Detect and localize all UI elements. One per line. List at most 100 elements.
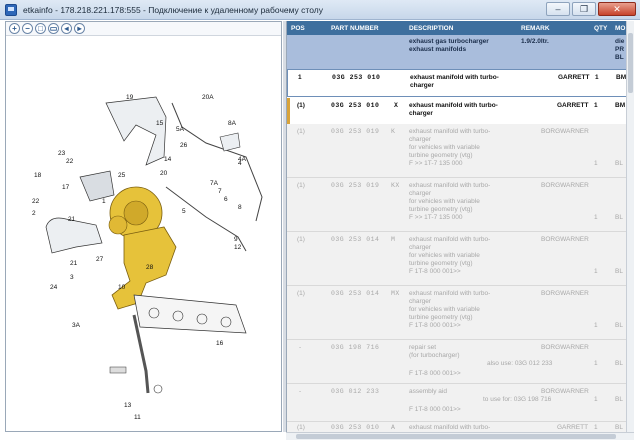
row-model: BL [615, 214, 623, 221]
row-part-number: 03G 012 233 [331, 388, 380, 395]
svg-text:15: 15 [156, 120, 164, 127]
parts-diagram[interactable]: 19 20A 8A 15 5A 23 22 18 25 17 22 1 2 21… [6, 37, 281, 431]
heat-shield-upper [105, 96, 167, 166]
row-desc-2: to use for: 03G 198 716 [483, 396, 552, 403]
row-model: BL [615, 322, 623, 329]
table-row[interactable]: - 03G 012 233 assembly aid to use for: 0… [287, 384, 627, 422]
row-remark: BORGWARNER [541, 236, 589, 243]
col-qty[interactable]: QTY [594, 25, 607, 32]
scrollbar-thumb[interactable] [296, 434, 616, 439]
row-desc-4: turbine geometry (vtg) [409, 260, 473, 267]
next-view-button[interactable]: ▸ [74, 23, 85, 34]
row-remark: BORGWARNER [541, 128, 589, 135]
row-model: BM [615, 102, 626, 109]
diagram-toolbar: + − □ ▭ ◂ ▸ [6, 22, 281, 36]
col-description[interactable]: DESCRIPTION [409, 25, 453, 32]
table-row[interactable]: (1) 03G 253 019 KX exhaust manifold with… [287, 178, 627, 232]
row-desc-1: exhaust manifold with turbo- [409, 128, 491, 135]
remote-desktop-icon [5, 3, 17, 16]
table-row[interactable]: - 03G 198 716 repair set (for turbocharg… [287, 340, 627, 384]
svg-text:7: 7 [218, 188, 222, 195]
col-remark[interactable]: REMARK [521, 25, 550, 32]
row-remark: GARRETT [558, 74, 590, 81]
row-pos: - [299, 388, 302, 395]
row-part-number: 03G 253 014 [331, 236, 380, 243]
col-part-number[interactable]: PART NUMBER [331, 25, 379, 32]
row-remark: BORGWARNER [541, 182, 589, 189]
svg-text:19: 19 [126, 94, 134, 101]
bracket [219, 132, 241, 152]
table-row[interactable]: (1) 03G 253 014 M exhaust manifold with … [287, 232, 627, 286]
restore-button[interactable]: ❐ [572, 2, 596, 16]
table-row[interactable]: (1) 03G 253 010 X exhaust manifold with … [290, 98, 627, 124]
svg-text:1: 1 [102, 198, 106, 205]
row-model: BL [615, 160, 623, 167]
svg-text:11: 11 [134, 414, 141, 421]
table-group-row[interactable]: exhaust gas turbocharger exhaust manifol… [287, 35, 627, 69]
parts-table: POS PART NUMBER DESCRIPTION REMARK QTY M… [286, 21, 634, 432]
row-part-number: 03G 253 010 [331, 424, 380, 431]
row-part-number: 03G 253 014 [331, 290, 380, 297]
zoom-selection-button[interactable]: ▭ [48, 23, 59, 34]
svg-text:22: 22 [66, 158, 74, 165]
previous-view-button[interactable]: ◂ [61, 23, 72, 34]
table-row[interactable]: (1) 03G 253 014 MX exhaust manifold with… [287, 286, 627, 340]
table-vertical-scrollbar[interactable] [626, 21, 634, 432]
svg-text:18: 18 [34, 172, 42, 179]
seal-ring [153, 384, 163, 394]
row-part-number: 03G 253 010 [332, 74, 381, 81]
svg-text:8: 8 [238, 204, 242, 211]
svg-text:10: 10 [118, 284, 126, 291]
row-remark: GARRETT [557, 102, 589, 109]
svg-text:27: 27 [96, 256, 104, 263]
row-part-suffix: X [394, 102, 399, 109]
table-horizontal-scrollbar[interactable] [286, 432, 634, 440]
row-qty: 1 [594, 360, 598, 367]
svg-text:21: 21 [70, 260, 78, 267]
row-desc-3: also use: 03G 012 233 [487, 360, 553, 367]
svg-text:25: 25 [118, 172, 126, 179]
scrollbar-thumb[interactable] [628, 33, 633, 93]
col-pos[interactable]: POS [291, 25, 305, 32]
turbine-inlet [123, 200, 149, 226]
row-desc-2: charger [409, 244, 432, 251]
arrow-right-icon: ▸ [77, 24, 82, 33]
table-row[interactable]: (1) 03G 253 010 A exhaust manifold with … [287, 422, 627, 432]
zoom-fit-button[interactable]: □ [35, 23, 46, 34]
zoom-in-button[interactable]: + [9, 23, 20, 34]
row-part-suffix: A [391, 424, 396, 431]
table-row[interactable]: 1 03G 253 010 exhaust manifold with turb… [287, 69, 627, 97]
zoom-in-icon: + [12, 24, 17, 33]
svg-text:3A: 3A [72, 322, 81, 329]
close-button[interactable]: ✕ [598, 2, 636, 16]
svg-text:28: 28 [146, 264, 154, 271]
row-desc-1: exhaust manifold with turbo- [409, 102, 498, 109]
row-remark: GARRETT [557, 424, 589, 431]
diagram-pane: + − □ ▭ ◂ ▸ 19 20A 8A 15 5A 23 22 18 25 … [5, 21, 282, 432]
row-desc-1: exhaust manifold with turbo- [409, 182, 491, 189]
row-part-number: 03G 253 019 [331, 128, 380, 135]
svg-text:4A: 4A [238, 156, 247, 163]
row-part-suffix: M [391, 236, 396, 243]
window-titlebar: etkainfo - 178.218.221.178:555 - Подключ… [0, 0, 640, 20]
svg-text:6: 6 [224, 196, 228, 203]
svg-text:23: 23 [58, 150, 66, 157]
svg-text:26: 26 [180, 142, 188, 149]
zoom-out-button[interactable]: − [22, 23, 33, 34]
row-desc-1: exhaust manifold with turbo- [409, 236, 491, 243]
group-desc-line1: exhaust gas turbocharger [409, 38, 489, 45]
svg-text:8A: 8A [228, 120, 237, 127]
col-model[interactable]: MO [615, 25, 625, 32]
row-desc-3: for vehicles with variable [409, 306, 480, 313]
row-qty: 1 [594, 102, 598, 109]
row-remark: BORGWARNER [541, 344, 589, 351]
row-desc-1: repair set [409, 344, 437, 351]
row-part-suffix: KX [391, 182, 400, 189]
table-row[interactable]: (1) 03G 253 019 K exhaust manifold with … [287, 124, 627, 178]
group-desc-line2: exhaust manifolds [409, 46, 467, 53]
row-qty: 1 [594, 160, 598, 167]
minimize-button[interactable]: – [546, 2, 570, 16]
row-desc-2: charger [409, 190, 432, 197]
svg-text:20: 20 [160, 170, 168, 177]
row-desc-2: charger [409, 136, 432, 143]
